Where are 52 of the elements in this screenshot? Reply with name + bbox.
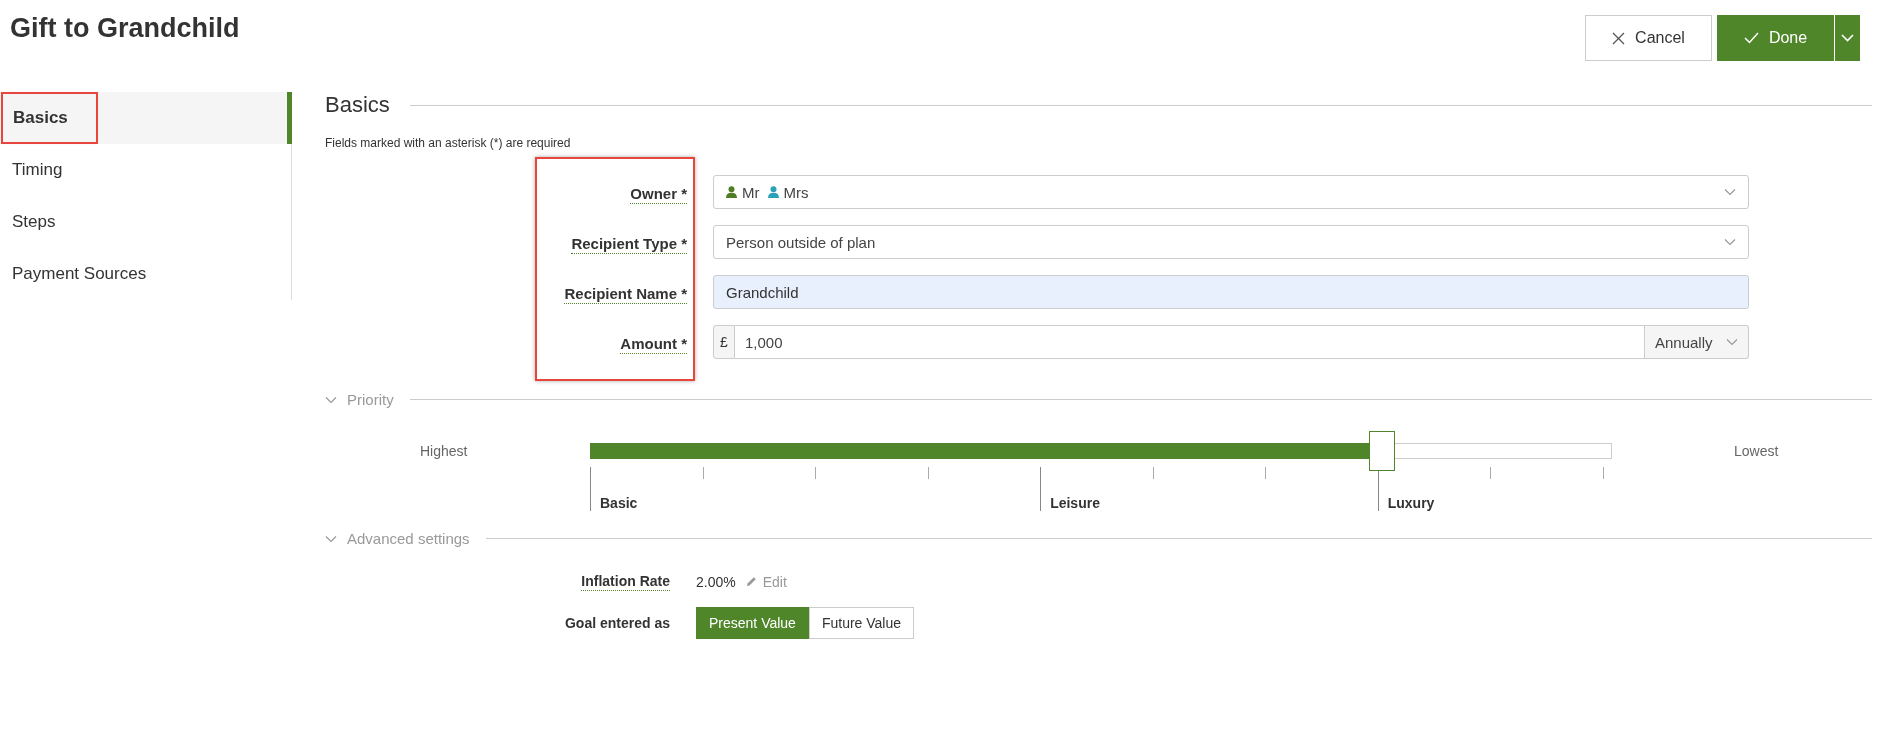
- owner-name: Mr: [742, 183, 760, 201]
- toggle-option[interactable]: Future Value: [808, 606, 915, 639]
- tick-mark: [1040, 467, 1042, 511]
- tick-mark: [815, 467, 817, 479]
- sidebar-item[interactable]: Steps: [0, 196, 292, 248]
- check-icon: [1743, 32, 1759, 44]
- frequency-select[interactable]: Annually: [1645, 325, 1749, 359]
- tick-mark: [927, 467, 929, 479]
- owner-name: Mrs: [783, 183, 809, 201]
- section-heading: Basics: [325, 92, 390, 118]
- dropdown-button[interactable]: [1834, 15, 1860, 61]
- tick-label: Basic: [600, 495, 638, 511]
- sidebar-item[interactable]: Basics: [0, 92, 292, 144]
- slider-min-label: Highest: [420, 442, 469, 459]
- field-label: Goal entered as: [563, 614, 670, 631]
- chevron-down-icon: [1724, 188, 1736, 196]
- recipient-name-input[interactable]: Grandchild: [713, 275, 1749, 309]
- chevron-down-icon: [325, 534, 337, 543]
- recipient-type-select[interactable]: Person outside of plan: [713, 225, 1749, 259]
- chevron-down-icon: [1724, 238, 1736, 246]
- tick-mark: [702, 467, 704, 479]
- pencil-icon[interactable]: [745, 576, 757, 588]
- toggle-option[interactable]: Present Value: [696, 606, 809, 639]
- tick-mark: [1152, 467, 1154, 479]
- required-note: Fields marked with an asterisk (*) are required: [325, 136, 572, 150]
- page-title: Gift to Grandchild: [10, 13, 240, 44]
- field-label: Amount *: [620, 334, 687, 354]
- field-label: Recipient Type *: [571, 234, 687, 254]
- cancel-button[interactable]: Cancel: [1585, 15, 1712, 61]
- tick-mark: [1490, 467, 1492, 479]
- tick-mark: [590, 467, 591, 511]
- sidebar-item[interactable]: Payment Sources: [0, 248, 292, 300]
- done-button[interactable]: Done: [1717, 15, 1834, 61]
- chevron-down-icon: [1841, 34, 1854, 42]
- amount-input[interactable]: 1,000: [735, 325, 1645, 359]
- priority-slider-track[interactable]: [590, 443, 1612, 459]
- sidebar-item[interactable]: Timing: [0, 144, 292, 196]
- tick-label: Leisure: [1050, 495, 1100, 511]
- tick-label: Luxury: [1387, 495, 1435, 511]
- field-label: Owner *: [630, 184, 687, 204]
- currency-addon: £: [713, 325, 735, 359]
- slider-max-label: Lowest: [1734, 442, 1779, 459]
- field-label: Recipient Name *: [564, 284, 687, 304]
- close-icon: [1612, 31, 1626, 45]
- chevron-down-icon: [325, 395, 337, 404]
- inflation-value: 2.00%: [696, 573, 736, 590]
- chevron-down-icon: [1726, 338, 1738, 346]
- tick-mark: [1602, 467, 1604, 479]
- slider-thumb[interactable]: [1369, 431, 1396, 471]
- field-label: Inflation Rate: [581, 573, 670, 591]
- tick-mark: [1265, 467, 1267, 479]
- owner-select[interactable]: Mr Mrs: [713, 175, 1749, 209]
